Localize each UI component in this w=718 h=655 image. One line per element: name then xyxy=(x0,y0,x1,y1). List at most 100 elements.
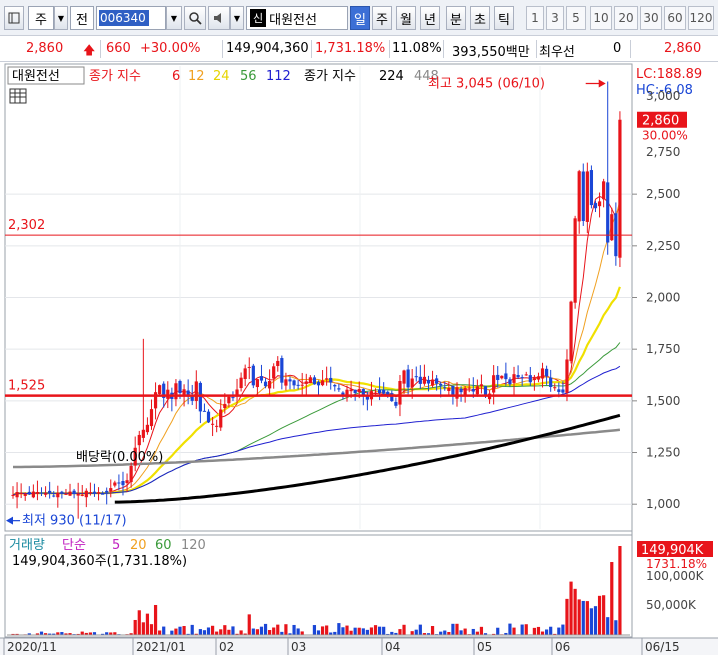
interval-4-button[interactable]: 20 xyxy=(614,6,638,30)
volume-legend-label: 거래량 xyxy=(9,538,45,553)
candle-body xyxy=(418,376,422,384)
x-axis-bg xyxy=(0,638,718,655)
volume-ma5-legend: 5 xyxy=(112,538,120,553)
volume-bar xyxy=(581,600,585,635)
volume-bar xyxy=(402,624,406,635)
interval-5-button[interactable]: 30 xyxy=(640,6,662,30)
period-5-button[interactable]: 초 xyxy=(470,6,490,30)
lc-label: LC:188.89 xyxy=(636,67,702,82)
period-1-button[interactable]: 주 xyxy=(372,6,392,30)
candle-body xyxy=(251,365,255,386)
stock-chart[interactable]: 2,302 1,525 대원전선 종가 지수 6 12 24 56 112 종가… xyxy=(0,62,718,655)
interval-7-button[interactable]: 120 xyxy=(688,6,714,30)
candle-body xyxy=(292,380,296,386)
stock-name-box[interactable]: 신 대원전선 xyxy=(246,6,348,30)
volume-bar xyxy=(170,630,174,635)
candle-body xyxy=(577,171,581,222)
volume-bar xyxy=(451,623,455,635)
candle-body xyxy=(516,375,520,378)
market-select[interactable]: 주 xyxy=(28,6,54,30)
volume-bar xyxy=(174,628,178,635)
candle-body xyxy=(48,490,52,494)
candle-body xyxy=(280,358,284,383)
candle-body xyxy=(500,375,504,379)
volume-bar xyxy=(276,624,280,635)
volume-bar xyxy=(589,608,594,635)
market-dropdown-icon[interactable]: ▼ xyxy=(54,6,68,30)
ma-legend-label: 종가 지수 xyxy=(89,69,141,84)
candle-body xyxy=(545,368,549,377)
volume-bar xyxy=(357,627,361,635)
candle-body xyxy=(471,389,475,392)
code-label: 전 xyxy=(70,6,94,30)
search-icon[interactable] xyxy=(184,6,206,30)
volume-bar xyxy=(463,628,467,635)
code-dropdown-icon[interactable]: ▼ xyxy=(166,6,182,30)
candle-body xyxy=(378,389,382,393)
candle-body xyxy=(223,403,227,409)
candle-body xyxy=(549,377,553,387)
price-change: 660 xyxy=(106,41,131,56)
interval-3-button[interactable]: 10 xyxy=(590,6,612,30)
volume-bar xyxy=(239,630,243,635)
stock-code-input[interactable] xyxy=(96,6,166,30)
candle-body xyxy=(129,465,133,483)
trade-amount: 393,550백만 xyxy=(452,45,530,60)
layout-icon[interactable] xyxy=(4,6,24,30)
dividend-annotation: 배당락(0.00%) xyxy=(76,450,163,465)
candle-body xyxy=(524,374,528,376)
partial-tick-2750: 2,750 xyxy=(646,145,680,159)
price-tick-label: 1,250 xyxy=(646,446,680,460)
candle-body xyxy=(308,377,312,383)
chart-area[interactable]: 2,302 1,525 대원전선 종가 지수 6 12 24 56 112 종가… xyxy=(0,62,718,655)
price-tick-label: 1,750 xyxy=(646,342,680,356)
candle-body xyxy=(589,170,594,206)
period-0-button[interactable]: 일 xyxy=(350,6,370,30)
speaker-dropdown-icon[interactable]: ▼ xyxy=(230,6,244,30)
ma224-legend: 224 xyxy=(379,69,404,84)
period-3-button[interactable]: 년 xyxy=(420,6,440,30)
interval-6-button[interactable]: 60 xyxy=(664,6,686,30)
table-icon[interactable] xyxy=(9,88,27,104)
volume-bar xyxy=(137,610,141,635)
candle-body xyxy=(398,381,402,405)
turnover-rate: 11.08% xyxy=(392,41,442,56)
candle-body xyxy=(272,366,276,379)
candle-body xyxy=(553,387,557,389)
candle-body xyxy=(96,492,101,494)
candle-body xyxy=(337,388,341,390)
candle-body xyxy=(435,378,439,384)
volume-bar xyxy=(231,626,235,635)
candle-body xyxy=(606,182,610,243)
volume-bar xyxy=(316,630,321,635)
candle-body xyxy=(56,492,60,498)
candle-body xyxy=(618,119,622,258)
candle-body xyxy=(109,488,113,492)
current-price-tag: 2,860 xyxy=(642,114,679,129)
candle-body xyxy=(215,425,219,427)
current-price: 2,860 xyxy=(26,41,64,56)
period-2-button[interactable]: 월 xyxy=(396,6,416,30)
speaker-icon[interactable] xyxy=(208,6,230,30)
candle-body xyxy=(390,393,394,402)
candle-body xyxy=(141,429,145,438)
candle-body xyxy=(593,202,598,209)
candle-body xyxy=(255,379,259,388)
reference-label-1525: 1,525 xyxy=(8,379,45,394)
candle-body xyxy=(64,493,68,495)
candle-body xyxy=(422,376,427,384)
candle-body xyxy=(76,493,80,496)
period-6-button[interactable]: 틱 xyxy=(494,6,514,30)
candle-body xyxy=(198,382,202,412)
interval-1-button[interactable]: 3 xyxy=(546,6,564,30)
candle-body xyxy=(504,373,508,380)
interval-2-button[interactable]: 5 xyxy=(566,6,586,30)
candle-body xyxy=(247,366,251,368)
volume-ma120-legend: 120 xyxy=(181,538,206,553)
candle-body xyxy=(386,391,390,395)
candle-body xyxy=(557,389,561,392)
interval-0-button[interactable]: 1 xyxy=(526,6,544,30)
period-4-button[interactable]: 분 xyxy=(446,6,466,30)
volume-bar xyxy=(540,631,545,635)
volume-bar xyxy=(296,628,300,635)
